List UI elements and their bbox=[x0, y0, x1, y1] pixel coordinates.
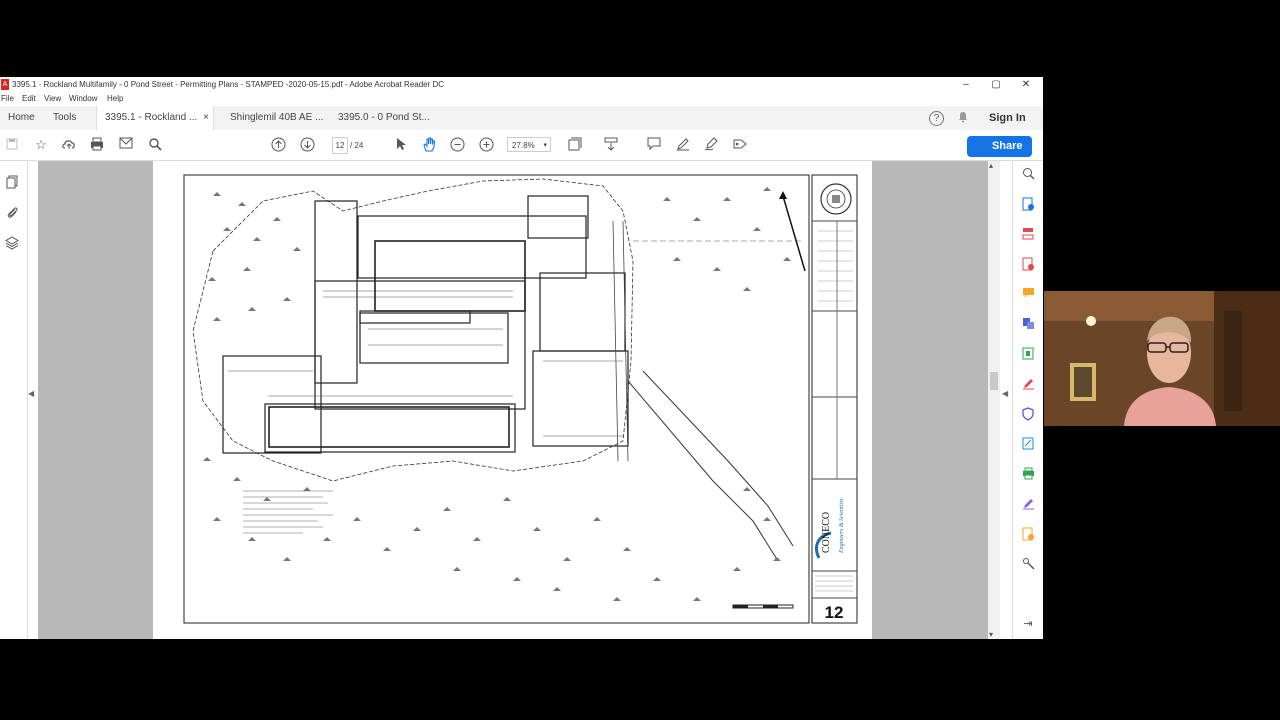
scroll-up-icon[interactable]: ▴ bbox=[989, 161, 993, 170]
maximize-button[interactable]: ▢ bbox=[981, 77, 1011, 93]
acrobat-window: A 3395.1 - Rockland Multifamily - 0 Pond… bbox=[0, 77, 1043, 639]
firm-name: CONECO bbox=[821, 512, 832, 553]
compress-pdf-icon[interactable] bbox=[1021, 347, 1035, 361]
zoom-level-value: 27.8% bbox=[512, 141, 535, 150]
tab-home[interactable]: Home bbox=[0, 106, 43, 130]
menu-window[interactable]: Window bbox=[69, 94, 97, 103]
previous-page-icon[interactable] bbox=[270, 137, 286, 153]
title-bar: A 3395.1 - Rockland Multifamily - 0 Pond… bbox=[0, 77, 1043, 93]
layers-icon[interactable] bbox=[5, 236, 19, 250]
collapse-right-pane-icon[interactable]: ◀ bbox=[1002, 389, 1008, 398]
zoom-search-icon[interactable] bbox=[1021, 167, 1035, 181]
print-production-icon[interactable] bbox=[1021, 467, 1035, 481]
scroll-mode-icon[interactable] bbox=[603, 137, 619, 153]
search-icon[interactable] bbox=[147, 137, 163, 153]
tab-bar: Home Tools 3395.1 - Rockland ... × Shing… bbox=[0, 106, 1043, 131]
create-pdf-icon[interactable] bbox=[1021, 257, 1035, 271]
menu-view[interactable]: View bbox=[44, 94, 61, 103]
scroll-down-icon[interactable]: ▾ bbox=[989, 630, 993, 639]
chevron-down-icon: ▾ bbox=[543, 142, 547, 149]
zoom-in-icon[interactable] bbox=[478, 137, 494, 153]
menu-file[interactable]: File bbox=[1, 94, 14, 103]
collapse-tools-pane-icon[interactable]: ⇥ bbox=[1021, 617, 1035, 631]
site-plan-drawing: 12 CONECO Engineers & Scientists bbox=[183, 174, 858, 624]
menu-edit[interactable]: Edit bbox=[22, 94, 36, 103]
toolbar: ☆ 12 / 24 27.8% ▾ 👤 Share bbox=[0, 130, 1043, 161]
share-button[interactable]: 👤 Share bbox=[967, 136, 1032, 157]
sign-pen-icon[interactable] bbox=[703, 137, 719, 153]
vertical-scrollbar[interactable]: ▴ ▾ bbox=[988, 161, 1000, 639]
tab-document-active[interactable]: 3395.1 - Rockland ... × bbox=[96, 106, 214, 130]
firm-subtitle: Engineers & Scientists bbox=[839, 498, 845, 554]
highlight-pen-icon[interactable] bbox=[675, 137, 691, 153]
combine-files-icon[interactable] bbox=[1021, 317, 1035, 331]
email-icon[interactable] bbox=[118, 137, 134, 153]
comment-tool-icon[interactable] bbox=[1021, 287, 1035, 301]
attachments-paperclip-icon[interactable] bbox=[5, 205, 19, 219]
tab-document-label: 3395.1 - Rockland ... bbox=[105, 112, 198, 123]
left-navigation-pane bbox=[0, 161, 28, 639]
comment-icon[interactable] bbox=[646, 137, 662, 153]
stamp-icon[interactable] bbox=[732, 137, 748, 153]
send-for-comments-icon[interactable] bbox=[1021, 527, 1035, 541]
upload-cloud-icon[interactable] bbox=[61, 137, 77, 153]
tab-tools[interactable]: Tools bbox=[45, 106, 84, 130]
pdf-page: 12 CONECO Engineers & Scientists bbox=[153, 161, 872, 639]
user-share-icon: 👤 bbox=[976, 141, 989, 152]
collapse-left-pane-icon[interactable]: ◀ bbox=[28, 389, 34, 398]
menu-help[interactable]: Help bbox=[107, 94, 123, 103]
page-total: / 24 bbox=[350, 141, 364, 150]
page-fit-icon[interactable] bbox=[567, 137, 583, 153]
help-icon[interactable]: ? bbox=[929, 111, 944, 126]
scrollbar-thumb[interactable] bbox=[990, 372, 998, 390]
sign-in-link[interactable]: Sign In bbox=[989, 112, 1026, 124]
close-button[interactable]: ✕ bbox=[1011, 77, 1041, 93]
tab-document[interactable]: Shinglemil 40B AE ... bbox=[222, 106, 331, 130]
page-number-input[interactable]: 12 bbox=[332, 137, 348, 154]
export-pdf-icon[interactable] bbox=[1021, 197, 1035, 211]
tools-pane: ⇥ bbox=[1012, 161, 1043, 639]
tab-document[interactable]: 3395.0 - 0 Pond St... bbox=[330, 106, 438, 130]
organize-pages-icon[interactable] bbox=[1021, 227, 1035, 241]
hand-tool-icon[interactable] bbox=[421, 137, 437, 153]
save-icon[interactable] bbox=[4, 137, 20, 153]
zoom-out-icon[interactable] bbox=[449, 137, 465, 153]
share-label: Share bbox=[991, 140, 1023, 152]
sheet-number: 12 bbox=[825, 603, 844, 622]
request-signature-icon[interactable] bbox=[1021, 497, 1035, 511]
customize-tools-icon[interactable] bbox=[1021, 557, 1035, 571]
edit-pdf-icon[interactable] bbox=[1021, 437, 1035, 451]
protect-shield-icon[interactable] bbox=[1021, 407, 1035, 421]
window-title: 3395.1 - Rockland Multifamily - 0 Pond S… bbox=[12, 80, 445, 89]
print-icon[interactable] bbox=[89, 137, 105, 153]
pdf-app-icon: A bbox=[1, 79, 9, 90]
select-cursor-icon[interactable] bbox=[393, 137, 409, 153]
notification-bell-icon[interactable] bbox=[956, 111, 969, 124]
star-bookmark-icon[interactable]: ☆ bbox=[33, 137, 49, 153]
zoom-level-select[interactable]: 27.8% ▾ bbox=[507, 137, 551, 152]
next-page-icon[interactable] bbox=[299, 137, 315, 153]
fill-sign-icon[interactable] bbox=[1021, 377, 1035, 391]
webcam-video-feed bbox=[1044, 291, 1280, 426]
minimize-button[interactable]: – bbox=[951, 77, 981, 93]
tab-close-icon[interactable]: × bbox=[203, 106, 209, 130]
menu-bar: File Edit View Window Help bbox=[0, 93, 1043, 106]
page-thumbnails-icon[interactable] bbox=[5, 175, 19, 189]
presenter-video bbox=[1044, 291, 1280, 426]
